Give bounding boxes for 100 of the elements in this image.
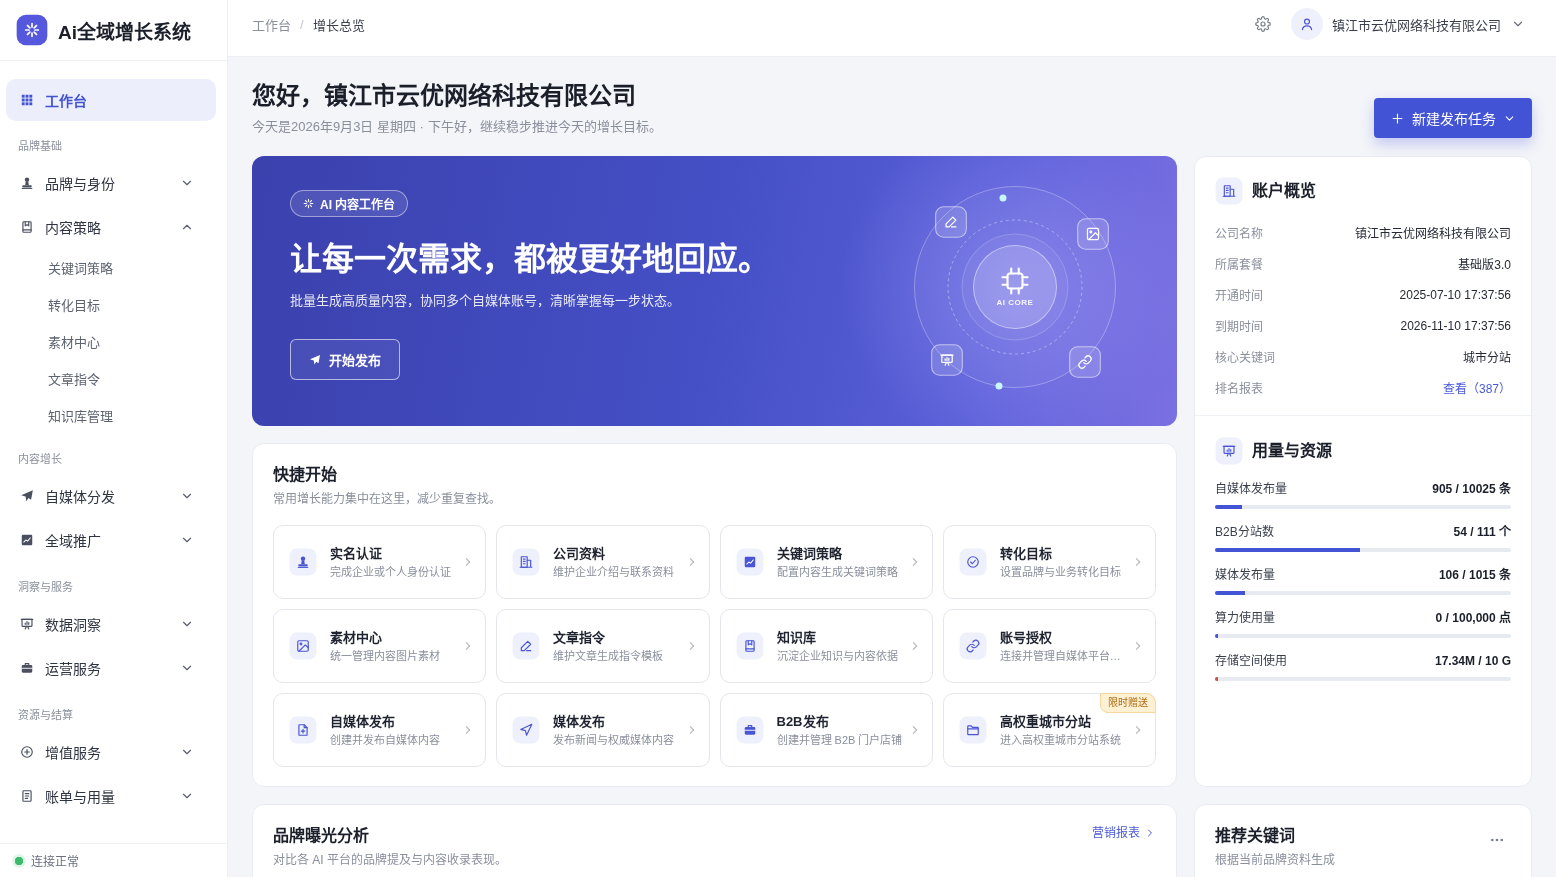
quick-start-tile[interactable]: 关键词策略 配置内容生成关键词策略 [719,525,933,599]
usage-reading: 106 / 1015 条 [1438,567,1511,584]
card-title: 用量与资源 [1252,441,1332,461]
quick-start-tile[interactable]: 转化目标 设置品牌与业务转化目标 [942,525,1156,599]
card-title: 快捷开始 [273,465,338,485]
tile-description: 维护企业介绍与联系资料 [553,564,675,580]
nav-subitem[interactable]: 转化目标 [6,286,216,323]
pencil-icon [512,632,541,660]
quick-start-tile[interactable]: 实名认证 完成企业或个人身份认证 [273,525,487,599]
settings-icon[interactable] [1255,16,1271,32]
usage-label: 自媒体发布量 [1215,481,1287,498]
nav-item[interactable]: 品牌与身份 [6,161,216,205]
hero-headline: 让每一次需求，都被更好地回应。 [290,240,770,279]
usage-label: B2B分站数 [1215,524,1274,541]
field-label: 排名报表 [1215,381,1263,396]
nav-item[interactable]: 全域推广 [6,518,216,562]
start-publish-button[interactable]: 开始发布 [290,339,400,380]
nav-section-heading: 内容增长 [17,452,63,467]
field-value: 镇江市云优网络科技有限公司 [1355,226,1511,241]
new-task-button[interactable]: 新建发布任务 [1374,98,1532,138]
briefcase-icon [735,716,764,744]
tile-title: 公司资料 [553,544,606,563]
breadcrumb-separator: / [300,16,304,32]
plus-icon [1390,110,1405,126]
document-icon [20,789,34,803]
building-icon [512,548,541,576]
folder-icon [958,716,987,744]
tile-title: 自媒体发布 [330,712,395,731]
card-title: 推荐关键词 [1215,825,1296,846]
card-title: 账户概览 [1252,180,1316,201]
quick-start-tile[interactable]: 自媒体发布 创建并发布自媒体内容 [273,693,487,767]
tile-title: 媒体发布 [553,712,606,731]
chevron-right-icon [1133,641,1143,651]
tile-title: 素材中心 [330,628,382,647]
core-label: AI CORE [996,298,1034,308]
marketing-report-link[interactable]: 营销报表 [1092,825,1156,841]
field-value: 基础版3.0 [1458,257,1511,272]
tile-description: 配置内容生成关键词策略 [776,564,898,580]
quick-start-tile[interactable]: 公司资料 维护企业介绍与联系资料 [496,525,710,599]
nav-subitem[interactable]: 文章指令 [6,360,216,397]
orbit-dot-icon [999,194,1007,202]
tile-description: 沉淀企业知识与内容依据 [776,648,898,664]
usage-label: 媒体发布量 [1215,567,1275,584]
link-icon [958,632,987,660]
tile-description: 完成企业或个人身份认证 [330,564,451,580]
tile-description: 连接并管理自媒体平台… [999,648,1121,664]
tile-description: 创建并管理 B2B 门户店铺 [776,732,903,748]
nav-item[interactable]: 运营服务 [6,646,216,690]
stamp-icon [289,548,317,576]
user-menu-button[interactable]: 镇江市云优网络科技有限公司 [1291,8,1525,40]
tile-title: 实名认证 [330,544,382,563]
file-plus-icon [289,716,317,744]
building-icon [1215,177,1243,205]
nav-section-heading: 洞察与服务 [17,580,74,595]
nav-item[interactable]: 自媒体分发 [6,474,216,518]
tile-title: 文章指令 [553,628,606,647]
nav-subitem[interactable]: 素材中心 [6,323,216,360]
quick-start-tile[interactable]: 知识库 沉淀企业知识与内容依据 [719,609,933,683]
hero-description: 批量生成高质量内容，协同多个自媒体账号，清晰掌握每一步状态。 [290,292,680,310]
quick-start-tile[interactable]: 限时赠送 高权重城市分站 进入高权重城市分站系统 [942,693,1156,767]
usage-label: 算力使用量 [1215,610,1275,627]
quick-start-tile[interactable]: B2B发布 创建并管理 B2B 门户店铺 [719,693,933,767]
nav-item[interactable]: 数据洞察 [6,602,216,646]
user-avatar-icon [1291,8,1323,40]
field-value: 城市分站 [1463,350,1511,365]
card-subtitle: 对比各 AI 平台的品牌提及与内容收录表现。 [273,852,507,869]
tile-description: 统一管理内容图片素材 [330,648,440,664]
ranking-report-link[interactable]: 查看（387） [1442,379,1511,396]
quick-start-tile[interactable]: 素材中心 统一管理内容图片素材 [273,609,487,683]
nav-item[interactable]: 账单与用量 [6,774,216,818]
nav-item[interactable]: 内容策略 [6,205,216,249]
chip-icon [1000,266,1030,296]
field-label: 公司名称 [1215,226,1263,241]
tile-description: 维护文章生成指令模板 [553,648,664,664]
tile-description: 进入高权重城市分站系统 [999,732,1121,748]
quick-start-tile[interactable]: 媒体发布 发布新闻与权威媒体内容 [496,693,710,767]
quick-start-tile[interactable]: 文章指令 维护文章生成指令模板 [496,609,710,683]
presentation-board-icon [1215,437,1243,465]
tile-title: 关键词策略 [776,544,842,563]
line-chart-icon [20,533,34,547]
sparkle-logo-icon [16,14,48,46]
nav-item[interactable]: 工作台 [6,79,216,121]
tile-title: 知识库 [776,628,816,647]
presentation-board-icon [931,344,963,376]
book-icon [20,220,34,234]
line-chart-icon [735,548,764,576]
quick-start-tile[interactable]: 账号授权 连接并管理自媒体平台… [942,609,1156,683]
promo-tag: 限时赠送 [1100,693,1156,713]
nav-subitem[interactable]: 关键词策略 [6,249,216,286]
nav-subitem[interactable]: 知识库管理 [6,397,216,434]
field-value: 2025-07-10 17:37:56 [1399,287,1511,302]
usage-label: 存储空间使用 [1215,653,1287,670]
field-label: 核心关键词 [1215,350,1275,365]
chevron-right-icon [1133,725,1143,735]
tile-description: 设置品牌与业务转化目标 [999,564,1121,580]
tag-label: AI 内容工作台 [320,196,396,212]
tile-title: 转化目标 [999,544,1052,563]
field-label: 所属套餐 [1215,257,1263,272]
tile-title: 账号授权 [999,628,1052,647]
nav-item[interactable]: 增值服务 [6,730,216,774]
